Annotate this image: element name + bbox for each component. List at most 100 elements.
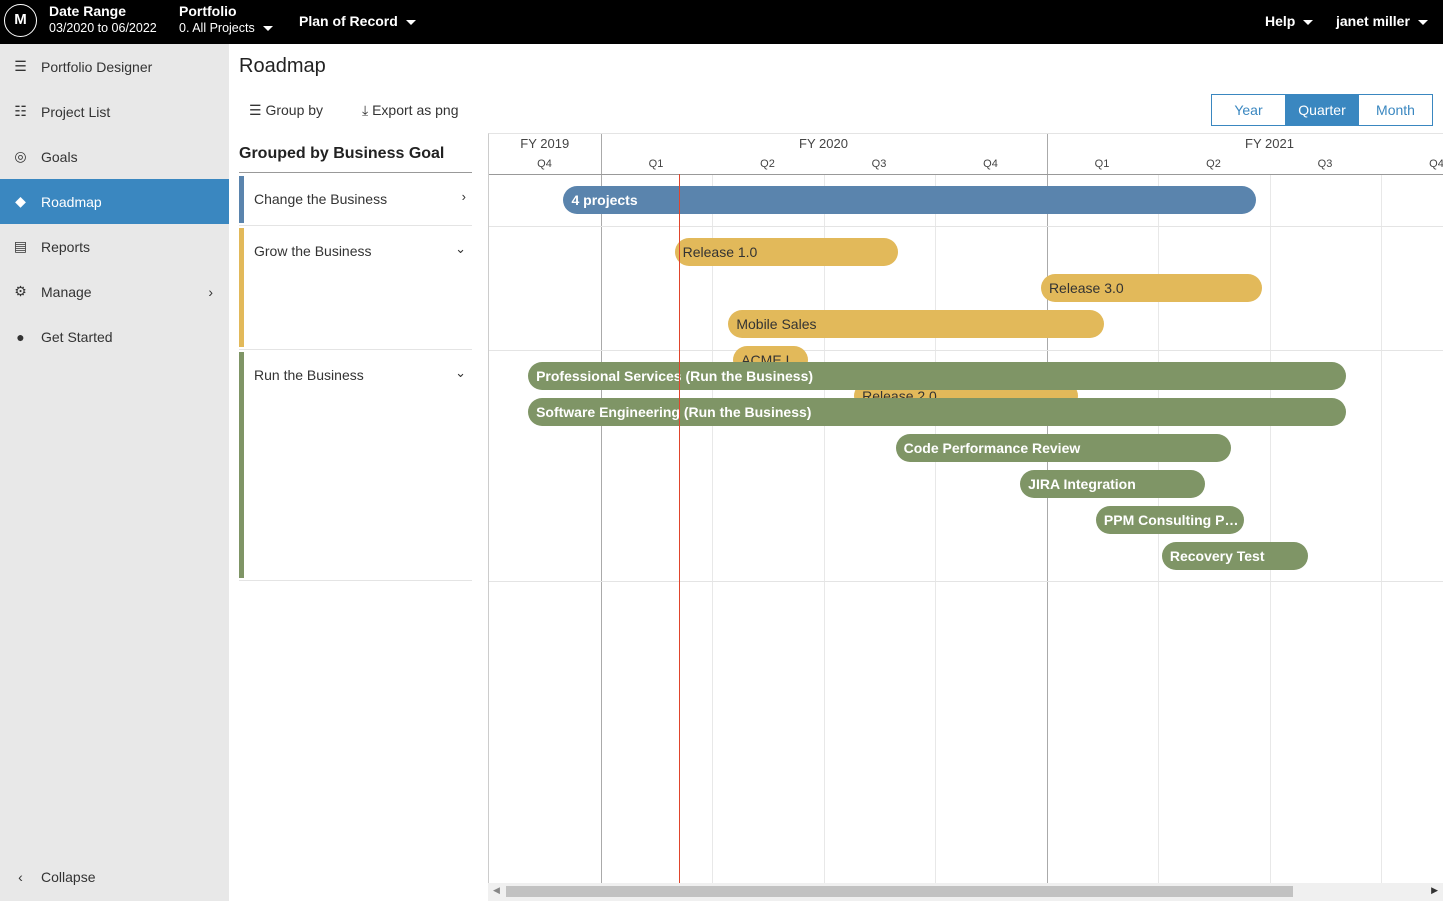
year-label: FY 2019 (520, 136, 570, 151)
gear-icon: ⚙ (14, 283, 27, 299)
chevron-right-icon[interactable]: › (462, 189, 466, 204)
scrollbar-thumb[interactable] (506, 886, 1293, 897)
sidebar-item-manage[interactable]: ⚙ Manage › (0, 269, 229, 314)
grid-line (1269, 174, 1271, 883)
sidebar-item-roadmap[interactable]: ◆ Roadmap (0, 179, 229, 224)
group-row[interactable]: Grow the Business ⌄ (239, 226, 472, 350)
export-png-button[interactable]: ⤓ Export as png (362, 102, 458, 119)
caret-down-icon (1417, 19, 1428, 25)
grouped-heading: Grouped by Business Goal (239, 145, 445, 162)
quarter-label: Q4 (537, 158, 552, 170)
date-range-selector[interactable]: Date Range 03/2020 to 06/2022 (49, 3, 157, 35)
horizontal-scrollbar[interactable]: ◀ ▶ (488, 883, 1443, 901)
scroll-right-icon[interactable]: ▶ (1431, 885, 1438, 896)
sidebar-item-label: Manage (41, 283, 92, 300)
page-title: Roadmap (239, 55, 326, 77)
portfolio-designer-icon: ☰ (14, 58, 27, 74)
group-color-bar (239, 352, 244, 578)
chevron-down-icon[interactable]: ⌄ (455, 365, 466, 381)
group-color-bar (239, 176, 244, 223)
quarter-label: Q1 (648, 158, 664, 170)
quarter-label: Q3 (1317, 158, 1333, 170)
roadmap-bar[interactable]: Release 3.0 (1040, 274, 1262, 302)
sidebar-item-label: Portfolio Designer (41, 58, 153, 75)
quarter-label: Q4 (1429, 158, 1443, 170)
grid-line (712, 174, 713, 883)
group-row[interactable]: Run the Business ⌄ (239, 350, 472, 581)
group-color-bar (239, 228, 244, 347)
roadmap-bar[interactable]: Mobile Sales (728, 310, 1105, 338)
target-icon: ◎ (14, 148, 27, 164)
chevron-right-icon: › (208, 283, 213, 300)
row-divider (489, 581, 1443, 582)
user-menu[interactable]: janet miller (1336, 13, 1428, 29)
collapse-button[interactable]: ‹ Collapse (0, 854, 229, 899)
view-switcher: Year Quarter Month (1211, 94, 1433, 126)
roadmap-bar[interactable]: Software Engineering (Run the Business) (528, 398, 1347, 426)
group-by-label: Group by (265, 102, 324, 118)
grid-line (1381, 174, 1382, 883)
roadmap-bar[interactable]: 4 projects (563, 186, 1256, 214)
roadmap-bar[interactable]: Code Performance Review (895, 434, 1232, 462)
chevron-left-icon: ‹ (18, 868, 23, 885)
roadmap-icon: ◆ (15, 193, 26, 209)
row-divider (489, 174, 1443, 175)
download-icon: ⤓ (362, 102, 369, 118)
top-bar: M Date Range 03/2020 to 06/2022 Portfolio… (0, 0, 1443, 44)
grid-line (600, 134, 602, 883)
sidebar: ‹ Collapse ☰ Portfolio Designer ☷ Project Li… (0, 44, 229, 901)
grid-line (823, 174, 825, 883)
sidebar-item-get-started[interactable]: ● Get Started (0, 314, 229, 359)
group-row[interactable]: Change the Business › (239, 174, 472, 226)
group-icon: ☰ (249, 102, 262, 118)
row-divider (489, 350, 1443, 351)
scroll-left-icon[interactable]: ◀ (493, 885, 500, 896)
sidebar-item-label: Get Started (41, 328, 113, 345)
document-icon: ▤ (13, 238, 28, 254)
sidebar-item-label: Roadmap (41, 193, 102, 210)
quarter-label: Q4 (983, 158, 998, 170)
quarter-label: Q1 (1094, 158, 1110, 170)
group-name: Grow the Business (254, 243, 372, 259)
sidebar-item-goals[interactable]: ◎ Goals (0, 134, 229, 179)
grid-line (935, 174, 936, 883)
row-divider (489, 226, 1443, 227)
export-label: Export as png (372, 102, 459, 118)
quarter-label: Q3 (871, 158, 887, 170)
quarter-label: Q2 (1206, 158, 1221, 170)
view-year[interactable]: Year (1212, 95, 1285, 125)
year-label: FY 2021 (1245, 136, 1294, 151)
compass-icon: ● (16, 328, 25, 345)
portfolio-label: Portfolio (179, 3, 237, 19)
date-range-value: 03/2020 to 06/2022 (49, 21, 157, 35)
group-by-button[interactable]: ☰ Group by (249, 102, 323, 119)
roadmap-bar[interactable]: Release 1.0 (674, 238, 899, 266)
chevron-down-icon[interactable]: ⌄ (455, 241, 466, 257)
roadmap-bar[interactable]: JIRA Integration (1020, 470, 1205, 498)
caret-down-icon (262, 26, 273, 32)
timeline: FY 2019 Q4 FY 2020 Q1 Q2 Q3 Q4 FY 2021 Q1 Q2 Q3 Q4 4… (488, 133, 1443, 883)
collapse-label: Collapse (41, 868, 96, 885)
group-name: Run the Business (254, 367, 364, 383)
roadmap-bar[interactable]: Recovery Test (1161, 542, 1309, 570)
quarter-label: Q2 (760, 158, 775, 170)
roadmap-bar[interactable]: PPM Consulting Pro... (1095, 506, 1244, 534)
view-month[interactable]: Month (1359, 95, 1432, 125)
sidebar-item-reports[interactable]: ▤ Reports (0, 224, 229, 269)
sidebar-item-label: Project List (41, 103, 111, 120)
list-icon: ☷ (14, 103, 27, 119)
sidebar-item-label: Reports (41, 238, 91, 255)
roadmap-bar[interactable]: Professional Services (Run the Business) (528, 362, 1347, 390)
divider (239, 172, 472, 173)
portfolio-value: 0. All Projects (179, 21, 273, 35)
view-quarter[interactable]: Quarter (1285, 95, 1359, 125)
sidebar-item-label: Goals (41, 148, 78, 165)
app-logo[interactable]: M (4, 4, 37, 37)
sidebar-item-project-list[interactable]: ☷ Project List (0, 89, 229, 134)
sidebar-item-portfolio-designer[interactable]: ☰ Portfolio Designer (0, 44, 229, 89)
portfolio-selector[interactable]: Portfolio 0. All Projects (179, 3, 273, 35)
plan-selector[interactable]: Plan of Record (299, 13, 416, 29)
help-menu[interactable]: Help (1265, 13, 1314, 29)
year-label: FY 2020 (799, 136, 848, 151)
grid-line (1046, 134, 1048, 883)
